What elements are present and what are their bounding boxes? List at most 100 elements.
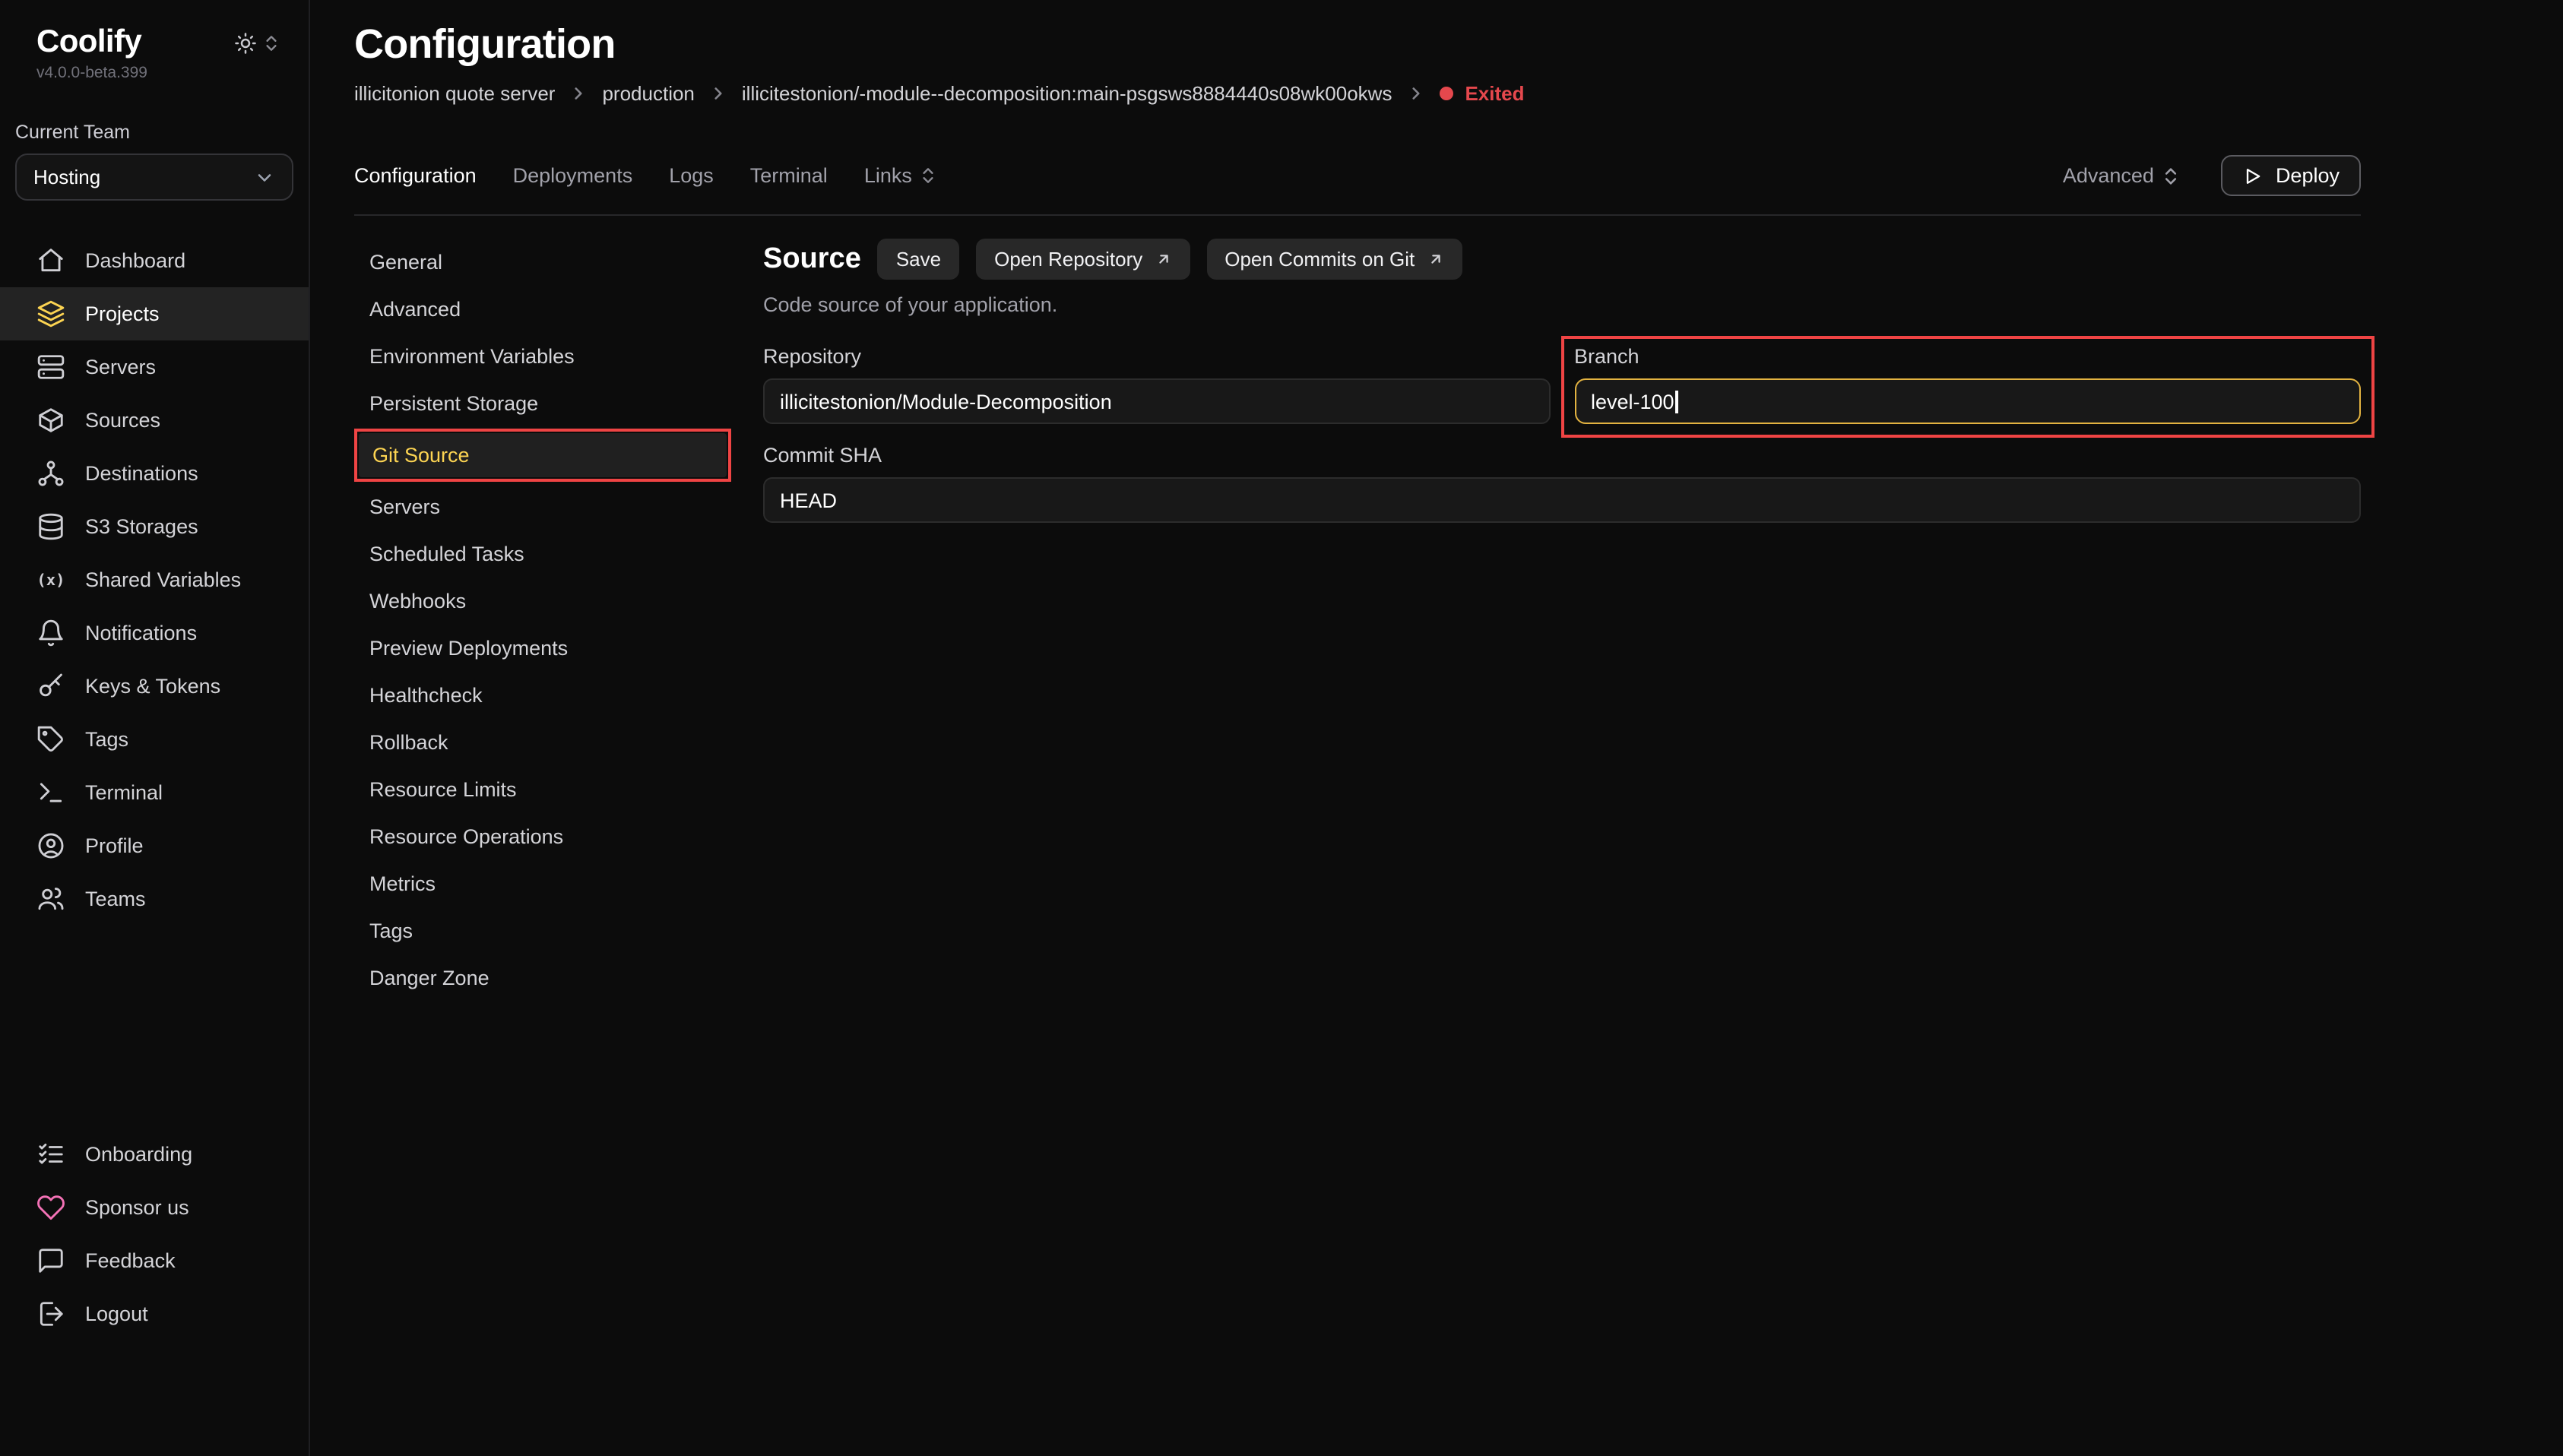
sidebar-item-dashboard[interactable]: Dashboard [0,234,309,287]
subnav-item-webhooks[interactable]: Webhooks [354,578,731,625]
fields-grid: Repository Branch level-100 [763,345,2361,424]
breadcrumb-project[interactable]: illicitonion quote server [354,82,555,105]
open-commits-button[interactable]: Open Commits on Git [1206,239,1462,280]
advanced-dropdown[interactable]: Advanced [2063,164,2181,187]
sidebar-item-teams[interactable]: Teams [0,872,309,926]
subnav-item-general[interactable]: General [354,239,731,286]
tab-configuration[interactable]: Configuration [354,164,477,187]
sidebar-item-label: Projects [85,302,160,325]
user-icon [36,831,65,860]
theme-switcher[interactable] [234,31,281,54]
layers-icon [36,299,65,328]
deploy-button[interactable]: Deploy [2221,155,2361,196]
sidebar-item-servers[interactable]: Servers [0,340,309,394]
save-button[interactable]: Save [878,239,959,280]
annotation-box-git-source: Git Source [354,429,731,482]
subnav-item-healthcheck[interactable]: Healthcheck [354,672,731,719]
subnav-item-environment-variables[interactable]: Environment Variables [354,333,731,380]
subnav-item-persistent-storage[interactable]: Persistent Storage [354,380,731,427]
sidebar: Coolify v4.0.0-beta.399 Current Team Hos… [0,0,310,1456]
sidebar-item-profile[interactable]: Profile [0,819,309,872]
commit-sha-field-group: Commit SHA [763,444,2361,523]
subnav-item-preview-deployments[interactable]: Preview Deployments [354,625,731,672]
open-repository-label: Open Repository [994,248,1142,271]
sidebar-item-sponsor-us[interactable]: Sponsor us [0,1181,309,1234]
tabs-row: Configuration Deployments Logs Terminal … [354,155,2361,196]
app-version: v4.0.0-beta.399 [0,61,309,82]
subnav-item-rollback[interactable]: Rollback [354,719,731,766]
branch-label: Branch [1574,345,2361,368]
subnav-item-resource-operations[interactable]: Resource Operations [354,813,731,860]
status-label: Exited [1465,82,1524,105]
chevrons-up-down-icon [918,166,938,185]
sidebar-item-onboarding[interactable]: Onboarding [0,1128,309,1181]
svg-text:(x): (x) [36,571,65,589]
repository-label: Repository [763,345,1550,368]
current-team-label: Current Team [15,122,293,143]
subnav-item-danger-zone[interactable]: Danger Zone [354,954,731,1002]
sidebar-item-label: Sponsor us [85,1196,189,1219]
commit-sha-input[interactable] [763,477,2361,523]
section-description: Code source of your application. [763,293,2361,316]
sidebar-item-projects[interactable]: Projects [0,287,309,340]
subnav-item-metrics[interactable]: Metrics [354,860,731,907]
repository-input[interactable] [763,378,1550,424]
subnav-item-advanced[interactable]: Advanced [354,286,731,333]
tab-logs[interactable]: Logs [669,164,714,187]
terminal-icon [36,778,65,807]
sidebar-item-label: Sources [85,409,160,432]
sidebar-item-shared-variables[interactable]: (x) Shared Variables [0,553,309,606]
open-commits-label: Open Commits on Git [1224,248,1415,271]
subnav-item-tags[interactable]: Tags [354,907,731,954]
app-logo: Coolify [36,24,141,61]
database-icon [36,512,65,541]
sidebar-item-label: S3 Storages [85,515,198,538]
chevrons-up-down-icon [2160,165,2181,186]
source-header: Source Save Open Repository Open Commits… [763,239,2361,280]
sidebar-item-logout[interactable]: Logout [0,1287,309,1340]
tabs-divider [354,214,2361,216]
branch-input-value: level-100 [1591,390,1674,413]
sidebar-item-label: Tags [85,728,128,751]
chevron-right-icon [708,84,728,103]
branch-input[interactable]: level-100 [1574,378,2361,424]
sidebar-item-keys-tokens[interactable]: Keys & Tokens [0,660,309,713]
page-title: Configuration [354,21,2361,68]
sidebar-footer-nav: Onboarding Sponsor us Feedback Logout [0,1128,309,1340]
sidebar-item-destinations[interactable]: Destinations [0,447,309,500]
sidebar-item-label: Profile [85,834,144,857]
advanced-label: Advanced [2063,164,2154,187]
tab-links[interactable]: Links [864,164,938,187]
sun-icon [234,31,257,54]
sidebar-item-sources[interactable]: Sources [0,394,309,447]
status-dot-icon [1439,87,1453,100]
breadcrumb-resource[interactable]: illicitestonion/-module--decomposition:m… [742,82,1392,105]
chevrons-up-down-icon [261,33,281,52]
team-select-value: Hosting [33,166,100,188]
breadcrumb: illicitonion quote server production ill… [354,82,2361,105]
subnav-item-resource-limits[interactable]: Resource Limits [354,766,731,813]
sidebar-item-notifications[interactable]: Notifications [0,606,309,660]
chat-icon [36,1246,65,1275]
team-select[interactable]: Hosting [15,154,293,201]
logo-row: Coolify [0,24,309,61]
subnav-item-git-source[interactable]: Git Source [359,433,727,477]
heart-icon [36,1193,65,1222]
tab-terminal[interactable]: Terminal [750,164,828,187]
bell-icon [36,619,65,647]
breadcrumb-environment[interactable]: production [602,82,694,105]
sidebar-nav: Dashboard Projects Servers Sources Desti… [0,234,309,926]
tabs-right-controls: Advanced Deploy [2063,155,2361,196]
sidebar-item-feedback[interactable]: Feedback [0,1234,309,1287]
subnav-item-servers[interactable]: Servers [354,483,731,530]
open-repository-button[interactable]: Open Repository [976,239,1190,280]
sidebar-item-tags[interactable]: Tags [0,713,309,766]
deploy-label: Deploy [2276,164,2340,187]
tab-deployments[interactable]: Deployments [513,164,633,187]
sidebar-item-s3-storages[interactable]: S3 Storages [0,500,309,553]
subnav-item-scheduled-tasks[interactable]: Scheduled Tasks [354,530,731,578]
commit-sha-label: Commit SHA [763,444,2361,467]
network-icon [36,459,65,488]
sidebar-item-label: Teams [85,888,146,910]
sidebar-item-terminal[interactable]: Terminal [0,766,309,819]
